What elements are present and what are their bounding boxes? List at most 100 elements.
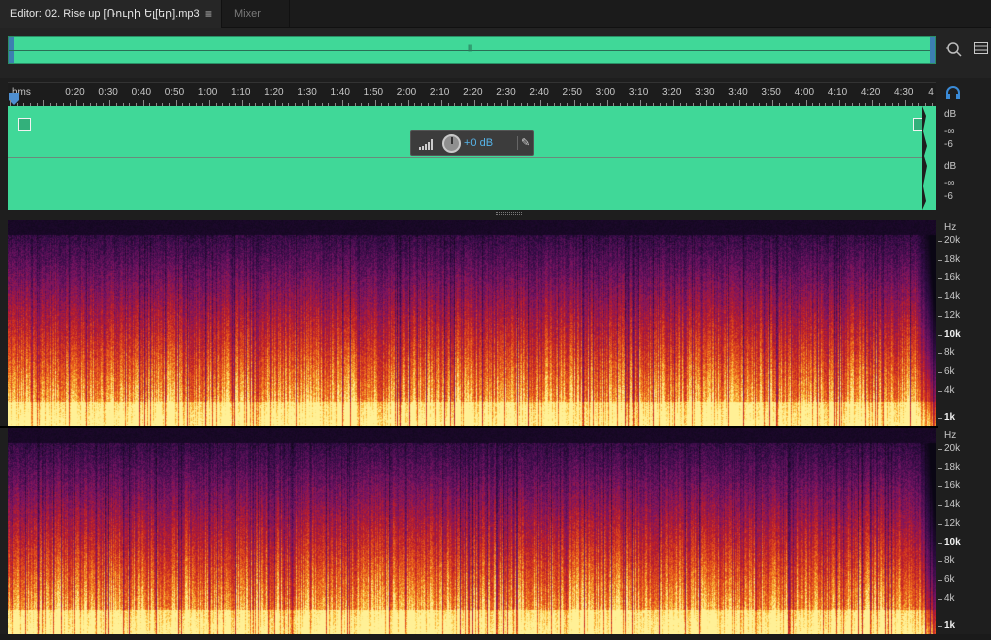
hz-label: 16k [944, 480, 961, 491]
ruler-time-label: 3:50 [761, 87, 781, 98]
hz-label: 1k [944, 620, 956, 631]
hz-tick [938, 449, 942, 450]
hz-label: 6k [944, 366, 955, 377]
waveform-spectral-splitter[interactable] [496, 212, 522, 215]
tab-mixer[interactable]: Mixer [222, 0, 290, 28]
db-neg-inf-2: -∞ [944, 178, 955, 189]
ruler-time-label: 2:20 [463, 87, 483, 98]
ruler-time-label: 3:00 [595, 87, 616, 98]
level-bars-icon [419, 139, 433, 150]
hz-scale-2: Hz 20k 18k 16k 14k 12k 10k 8k 6k 4k 1k [938, 428, 991, 634]
ruler-time-label: 0:30 [98, 87, 118, 98]
hamburger-menu-icon[interactable]: ≡ [205, 0, 212, 28]
ruler-time-label: 3:20 [661, 87, 682, 98]
hz-tick [938, 505, 942, 506]
hz-label: 18k [944, 254, 961, 265]
hz-tick [938, 418, 942, 419]
db-unit-2: dB [944, 161, 957, 172]
volume-value[interactable]: +0 dB [464, 137, 493, 149]
hz-label: 10k [944, 329, 961, 340]
channel-divider [8, 157, 936, 158]
ruler-time-label: 4:00 [794, 87, 815, 98]
hz-label: 18k [944, 462, 961, 473]
hz-tick [938, 260, 942, 261]
headphones-icon[interactable] [945, 86, 961, 100]
ruler-time-label: 2:10 [429, 87, 450, 98]
hz-tick [938, 524, 942, 525]
spectrogram-channel-2[interactable] [8, 428, 936, 634]
hz-label: 12k [944, 518, 961, 529]
hz-tick [938, 353, 942, 354]
tab-editor[interactable]: Editor: 02. Rise up [Ռուրի Ել[եր].mp3 ≡ [0, 0, 222, 28]
ruler-time-label: 0:50 [164, 87, 185, 98]
ruler-time-label: 1:00 [197, 87, 218, 98]
ruler-time-label: 4:10 [827, 87, 848, 98]
hz-label: 16k [944, 272, 961, 283]
pin-icon[interactable]: ✎ [517, 136, 530, 150]
hz-tick [938, 468, 942, 469]
ruler-time-label: 2:50 [562, 87, 582, 98]
tab-mixer-label: Mixer [234, 8, 261, 20]
hz-label: 1k [944, 412, 956, 423]
volume-hud[interactable]: +0 dB ✎ [410, 130, 534, 156]
ruler-time-label: 4:30 [894, 87, 914, 98]
ruler-time-label: 0:40 [131, 87, 152, 98]
hz-scale-1: Hz 20k 18k 16k 14k 12k 10k 8k 6k 4k 1k [938, 220, 991, 426]
zoom-icon[interactable] [945, 40, 963, 58]
waveform-display[interactable] [8, 106, 936, 210]
volume-knob[interactable] [442, 134, 461, 153]
hz-tick [938, 372, 942, 373]
ruler-time-label: 1:50 [363, 87, 384, 98]
tab-editor-label: Editor: 02. Rise up [Ռուրի Ել[եր].mp3 [10, 8, 200, 20]
hz-tick [938, 486, 942, 487]
spectrogram-canvas-1 [8, 220, 936, 426]
hz-label: 12k [944, 310, 961, 321]
overview-grip-icon[interactable]: |||| [468, 45, 472, 52]
ruler-time-label: 3:30 [695, 87, 715, 98]
bottom-bar [0, 634, 991, 640]
overview-navigator-area: |||| [0, 28, 991, 78]
ruler-time-label: 4:20 [860, 87, 881, 98]
hz-label: 20k [944, 443, 961, 454]
ruler-time-label: 1:40 [330, 87, 350, 98]
fade-in-handle[interactable] [18, 118, 31, 131]
spectrogram-channel-1[interactable] [8, 220, 936, 426]
overview-right-handle[interactable] [930, 37, 935, 63]
ruler-time-label: 3:40 [728, 87, 748, 98]
panel-options-icon[interactable] [974, 42, 988, 54]
ruler-time-label: 1:30 [297, 87, 317, 98]
hz-unit-label: Hz [944, 222, 957, 233]
hz-tick [938, 278, 942, 279]
hz-tick [938, 599, 942, 600]
db-neg6-2: -6 [944, 191, 953, 202]
hz-tick [938, 297, 942, 298]
db-neg-inf-1: -∞ [944, 126, 955, 137]
ruler-time-label: 1:10 [231, 87, 251, 98]
ruler-time-label: 3:10 [628, 87, 649, 98]
hz-tick [938, 543, 942, 544]
ruler-time-label: 2:40 [529, 87, 549, 98]
time-ruler[interactable]: hms 4 0:20 0:30 0:40 0:50 1:00 1:10 1:20 1:30 1:… [8, 82, 936, 106]
ruler-time-label: 1:20 [264, 87, 284, 98]
hz-label: 6k [944, 574, 955, 585]
spectrogram-canvas-2 [8, 428, 936, 634]
ruler-time-label: 0:20 [65, 87, 85, 98]
hz-label: 14k [944, 291, 961, 302]
db-scale: dB -∞ -6 dB -∞ -6 [938, 106, 991, 210]
ruler-end-label: 4 [928, 87, 934, 98]
overview-center-line [9, 50, 935, 51]
hz-tick [938, 316, 942, 317]
hz-label: 8k [944, 347, 955, 358]
db-neg6-1: -6 [944, 139, 953, 150]
hz-tick [938, 580, 942, 581]
overview-navigator[interactable]: |||| [8, 36, 936, 64]
audition-editor-window: Editor: 02. Rise up [Ռուրի Ել[եր].mp3 ≡ … [0, 0, 991, 640]
hz-label: 20k [944, 235, 961, 246]
hz-label: 10k [944, 537, 961, 548]
hz-label: 4k [944, 385, 955, 396]
ruler-time-label: 2:00 [396, 87, 417, 98]
hz-tick [938, 335, 942, 336]
panel-tab-bar: Editor: 02. Rise up [Ռուրի Ել[եր].mp3 ≡ … [0, 0, 991, 28]
waveform-tail [922, 106, 936, 210]
hz-label: 4k [944, 593, 955, 604]
